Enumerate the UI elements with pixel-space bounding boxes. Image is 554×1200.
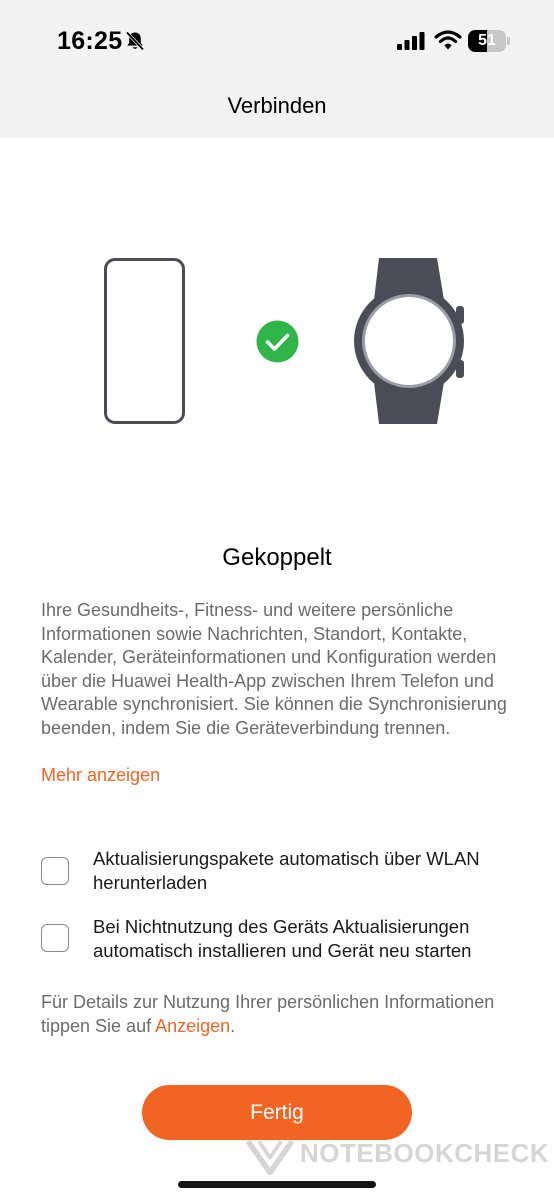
check-circle-icon [256,320,299,363]
watermark: NOTEBOOKCHECK [240,1130,550,1180]
home-indicator[interactable] [178,1181,376,1188]
battery-body: 51 [468,30,506,52]
privacy-note-text: Für Details zur Nutzung Ihrer persönlich… [41,992,495,1036]
privacy-note: Für Details zur Nutzung Ihrer persönlich… [41,990,521,1038]
watermark-logo-icon [245,1139,295,1176]
status-time: 16:25 [57,27,123,55]
auto-install-label: Bei Nichtnutzung des Geräts Aktualisieru… [93,916,472,961]
battery-tip [507,37,510,45]
privacy-note-suffix: . [230,1016,236,1036]
wifi-icon [434,30,462,50]
status-title: Gekoppelt [222,544,332,571]
page-title: Verbinden [227,93,327,118]
auto-download-checkbox[interactable] [41,857,69,885]
cellular-signal-icon [397,32,425,50]
status-bar: 16:25 51 [0,0,554,84]
sync-description: Ihre Gesundheits-, Fitness- und weitere … [41,600,507,738]
battery-level: 51 [478,32,496,49]
watermark-text: NOTEBOOKCHECK [300,1138,550,1168]
bell-slash-icon [125,31,145,51]
more-link[interactable]: Mehr anzeigen [41,765,160,786]
auto-download-label: Aktualisierungspakete automatisch über W… [93,848,480,893]
battery-icon: 51 [468,30,510,52]
pairing-illustration [0,240,554,440]
auto-install-checkbox[interactable] [41,924,69,952]
smartwatch-icon [354,258,464,424]
phone-outline-icon [104,258,185,424]
privacy-link[interactable]: Anzeigen [155,1016,230,1036]
